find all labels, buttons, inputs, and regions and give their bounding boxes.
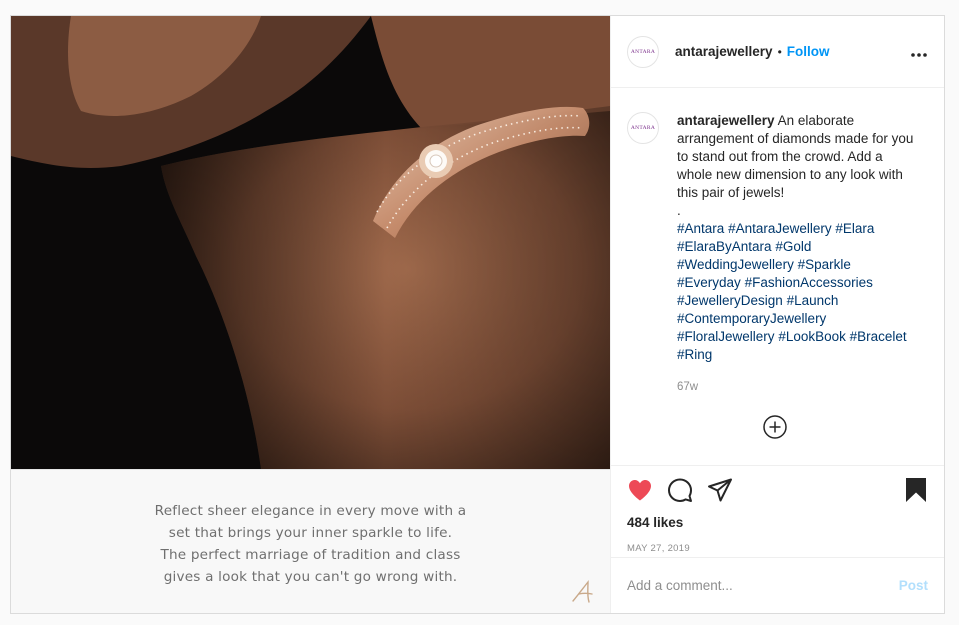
hashtag-link[interactable]: #WeddingJewellery (677, 257, 794, 272)
post-media[interactable]: Reflect sheer elegance in every move wit… (11, 16, 610, 613)
hashtag-link[interactable]: #AntaraJewellery (728, 221, 832, 236)
separator-dot: • (777, 44, 782, 59)
heart-filled-icon[interactable] (627, 478, 653, 502)
likes-count[interactable]: 484 likes (627, 515, 928, 530)
avatar[interactable]: ANTARA (627, 35, 659, 68)
bracelet-photo (11, 16, 610, 469)
avatar-text: ANTARA (630, 48, 656, 55)
caption-avatar[interactable]: ANTARA (627, 112, 659, 144)
post-date[interactable]: MAY 27, 2019 (627, 543, 928, 554)
caption-username[interactable]: antarajewellery (677, 113, 775, 128)
comment-input[interactable] (627, 578, 899, 593)
brand-monogram-icon (572, 580, 593, 603)
hashtag-link[interactable]: #FashionAccessories (745, 275, 873, 290)
hashtag-link[interactable]: #ContemporaryJewellery (677, 311, 826, 326)
hashtag-link[interactable]: #FloralJewellery (677, 329, 775, 344)
add-comment-bar: Post (611, 557, 944, 613)
media-quote-line: The perfect marriage of tradition and cl… (160, 547, 461, 563)
header-username[interactable]: antarajewellery (675, 44, 773, 59)
media-text-card: Reflect sheer elegance in every move wit… (11, 469, 610, 613)
hashtag-list: #Antara #AntaraJewellery #Elara #ElaraBy… (677, 220, 917, 364)
hashtag-link[interactable]: #Launch (787, 293, 839, 308)
bookmark-filled-icon[interactable] (904, 477, 928, 503)
more-horizontal-icon[interactable] (910, 43, 928, 61)
media-quote-line: set that brings your inner sparkle to li… (168, 525, 453, 541)
hashtag-link[interactable]: #Gold (775, 239, 811, 254)
post-comment-button[interactable]: Post (899, 578, 928, 593)
hashtag-link[interactable]: #JewelleryDesign (677, 293, 783, 308)
media-quote-line: Reflect sheer elegance in every move wit… (154, 503, 467, 519)
caption-time[interactable]: 67w (677, 378, 917, 396)
hashtag-link[interactable]: #Bracelet (850, 329, 907, 344)
caption-dot-line: . (677, 203, 681, 218)
caption-comment: ANTARA antarajewellery An elaborate arra… (627, 112, 928, 396)
media-quote-line: gives a look that you can't go wrong wit… (163, 569, 458, 585)
hashtag-link[interactable]: #Antara (677, 221, 724, 236)
hashtag-link[interactable]: #Everyday (677, 275, 741, 290)
action-icons (627, 466, 928, 514)
hashtag-link[interactable]: #Sparkle (798, 257, 851, 272)
hashtag-link[interactable]: #Ring (677, 347, 712, 362)
post-side-panel: ANTARA antarajewellery • Follow ANTARA a… (610, 16, 944, 613)
media-quote: Reflect sheer elegance in every move wit… (11, 500, 610, 588)
post-actions: 484 likes MAY 27, 2019 (611, 465, 944, 554)
comments-area[interactable]: ANTARA antarajewellery An elaborate arra… (611, 88, 944, 465)
follow-button[interactable]: Follow (787, 44, 830, 59)
share-icon[interactable] (707, 477, 733, 503)
load-more-comments-icon[interactable] (762, 414, 788, 440)
post-header: ANTARA antarajewellery • Follow (611, 16, 944, 88)
hashtag-link[interactable]: #Elara (835, 221, 874, 236)
comment-icon[interactable] (667, 477, 693, 503)
avatar-text: ANTARA (630, 125, 656, 131)
caption-body: antarajewellery An elaborate arrangement… (677, 112, 917, 396)
hashtag-link[interactable]: #LookBook (778, 329, 846, 344)
hashtag-link[interactable]: #ElaraByAntara (677, 239, 772, 254)
instagram-post: Reflect sheer elegance in every move wit… (10, 15, 945, 614)
